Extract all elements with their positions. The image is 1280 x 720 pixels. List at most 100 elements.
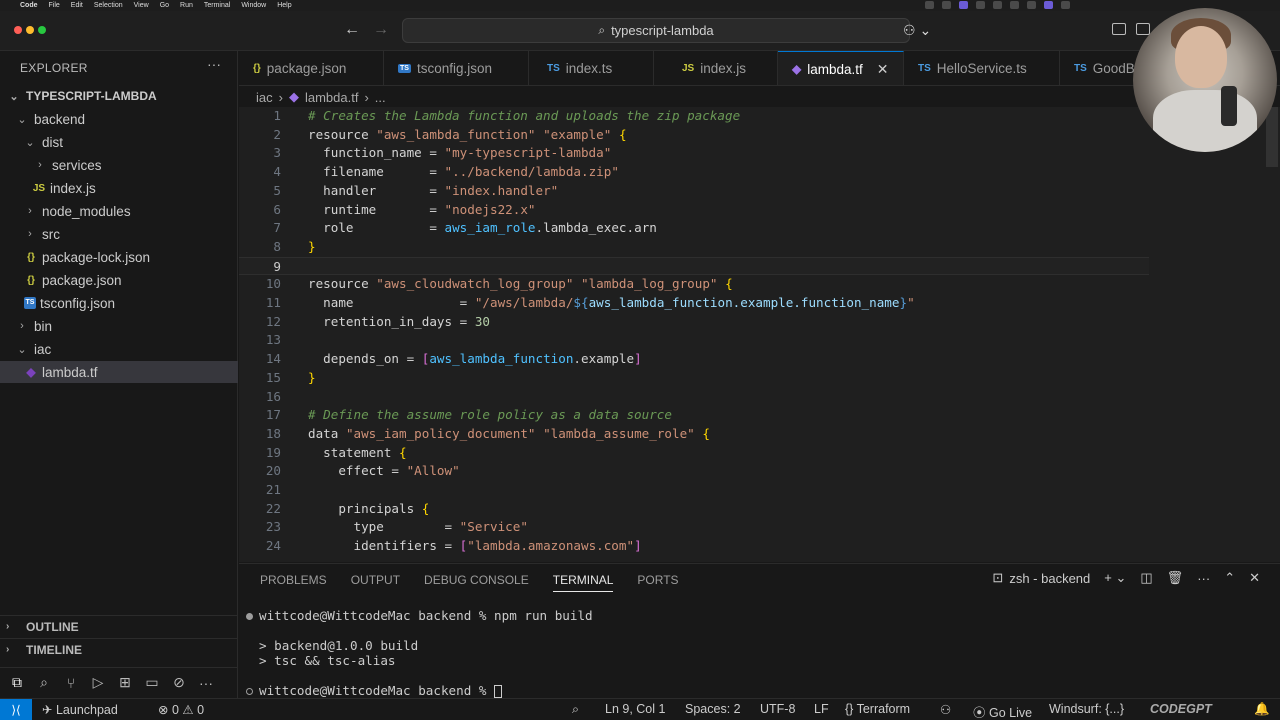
launchpad-item[interactable]: ✈ Launchpad [42, 702, 118, 717]
code-line[interactable]: 19 statement { [239, 444, 1149, 463]
code-line[interactable]: 18 data "aws_iam_policy_document" "lambda… [239, 425, 1149, 444]
tab-index-ts[interactable]: TS index.ts [529, 51, 654, 85]
menu-view[interactable]: View [134, 2, 149, 9]
more-actions-icon[interactable]: ··· [207, 56, 221, 72]
code-line[interactable]: 5 handler = "index.handler" [239, 182, 1149, 201]
source-control-icon[interactable]: ⑂ [64, 675, 78, 691]
code-line[interactable]: 14 depends_on = [aws_lambda_function.exa… [239, 350, 1149, 369]
tree-folder-node-modules[interactable]: › node_modules [0, 200, 238, 222]
toggle-sidebar-icon[interactable] [1112, 23, 1126, 35]
tray-icon[interactable] [942, 1, 951, 9]
code-line[interactable]: 24 identifiers = ["lambda.amazonaws.com"… [239, 537, 1149, 556]
end-of-line[interactable]: LF [814, 702, 829, 716]
timeline-section[interactable]: › TIMELINE [0, 638, 238, 660]
tree-folder-dist[interactable]: ⌄ dist [0, 131, 238, 153]
code-line[interactable]: 6 runtime = "nodejs22.x" [239, 201, 1149, 220]
search-icon[interactable]: ⌕ [37, 674, 51, 691]
trash-icon[interactable]: 🗑 [1167, 570, 1184, 586]
run-debug-icon[interactable]: ▷ [91, 674, 105, 691]
zoom-window-button[interactable] [38, 26, 46, 34]
tab-tsconfig-json[interactable]: TS tsconfig.json [384, 51, 529, 85]
close-window-button[interactable] [14, 26, 22, 34]
close-panel-icon[interactable]: ✕ [1249, 570, 1260, 586]
menu-run[interactable]: Run [180, 2, 193, 9]
code-line[interactable]: 12 retention_in_days = 30 [239, 313, 1149, 332]
notifications-icon[interactable]: 🔔 [1254, 702, 1270, 717]
code-line[interactable]: 20 effect = "Allow" [239, 462, 1149, 481]
breadcrumb-more[interactable]: ... [375, 90, 386, 105]
code-line[interactable]: 9 [239, 256, 1149, 276]
codegpt-item[interactable]: CODEGPT [1150, 702, 1212, 716]
tree-file-package-lock-json[interactable]: {} package-lock.json [0, 246, 238, 268]
code-line[interactable]: 2 resource "aws_lambda_function" "example… [239, 126, 1149, 145]
testing-icon[interactable]: ⊘ [172, 674, 186, 691]
menu-help[interactable]: Help [277, 2, 291, 9]
code-line[interactable]: 8} [239, 238, 1149, 257]
tab-lambda-tf[interactable]: ◆ lambda.tf ✕ [778, 51, 904, 85]
go-live-item[interactable]: ⦿ Go Live [973, 702, 1032, 720]
menu-edit[interactable]: Edit [71, 2, 83, 9]
code-line[interactable]: 21 [239, 481, 1149, 500]
maximize-panel-icon[interactable]: ⌃ [1224, 570, 1235, 586]
tray-icon[interactable] [1061, 1, 1070, 9]
tab-debug-console[interactable]: DEBUG CONSOLE [424, 573, 529, 592]
code-line[interactable]: 22 principals { [239, 500, 1149, 519]
tray-icon[interactable] [925, 1, 934, 9]
arrow-right-icon[interactable]: → [373, 21, 389, 39]
menu-code[interactable]: Code [20, 2, 38, 9]
menu-selection[interactable]: Selection [94, 2, 123, 9]
toggle-panel-icon[interactable] [1136, 23, 1150, 35]
more-icon[interactable]: ··· [199, 675, 213, 691]
code-editor[interactable]: 1 # Creates the Lambda function and uploa… [239, 107, 1280, 562]
tray-icon[interactable] [959, 1, 968, 9]
menu-file[interactable]: File [49, 2, 60, 9]
extensions-icon[interactable]: ⊞ [118, 674, 132, 691]
code-line[interactable]: 10 resource "aws_cloudwatch_log_group" "l… [239, 275, 1149, 294]
copilot-status-icon[interactable]: ⚇ [940, 702, 951, 717]
minimize-window-button[interactable] [26, 26, 34, 34]
tree-folder-services[interactable]: › services [0, 154, 238, 176]
breadcrumb-folder[interactable]: iac [256, 90, 273, 105]
more-actions-icon[interactable]: ··· [1197, 571, 1210, 586]
tab-problems[interactable]: PROBLEMS [260, 573, 327, 592]
menu-terminal[interactable]: Terminal [204, 2, 230, 9]
arrow-left-icon[interactable]: ← [344, 21, 360, 39]
remote-icon[interactable]: ⟩⟨ [0, 699, 32, 720]
add-terminal-icon[interactable]: + ⌄ [1104, 570, 1126, 586]
code-line[interactable]: 15} [239, 369, 1149, 388]
copilot-icon[interactable]: ⚇ ⌄ [903, 22, 931, 39]
code-line[interactable]: 4 filename = "../backend/lambda.zip" [239, 163, 1149, 182]
tab-index-js[interactable]: JS index.js [654, 51, 778, 85]
tree-file-tsconfig-json[interactable]: TS tsconfig.json [0, 292, 238, 314]
tab-ports[interactable]: PORTS [637, 573, 678, 592]
tree-file-lambda-tf[interactable]: ◆ lambda.tf [0, 361, 238, 383]
tab-output[interactable]: OUTPUT [351, 573, 400, 592]
indentation[interactable]: Spaces: 2 [685, 702, 741, 716]
menu-go[interactable]: Go [160, 2, 169, 9]
code-line[interactable]: 17 # Define the assume role policy as a d… [239, 406, 1149, 425]
code-line[interactable]: 11 name = "/aws/lambda/${aws_lambda_func… [239, 294, 1149, 313]
tray-icon[interactable] [1027, 1, 1036, 9]
tray-icon[interactable] [1010, 1, 1019, 9]
terminal-selector[interactable]: ⊡ zsh - backend [992, 570, 1090, 586]
code-line[interactable]: 23 type = "Service" [239, 518, 1149, 537]
code-line[interactable]: 1 # Creates the Lambda function and uploa… [239, 107, 1149, 126]
zoom-icon[interactable]: ⌕ [572, 702, 579, 717]
outline-section[interactable]: › OUTLINE [0, 615, 238, 637]
tree-folder-backend[interactable]: ⌄ backend [0, 108, 238, 130]
editor-scrollbar[interactable] [1266, 107, 1278, 167]
tray-icon[interactable] [976, 1, 985, 9]
files-icon[interactable]: ⧉ [10, 674, 24, 691]
code-line[interactable]: 3 function_name = "my-typescript-lambda" [239, 144, 1149, 163]
tray-icon[interactable] [993, 1, 1002, 9]
breadcrumb-file[interactable]: lambda.tf [305, 90, 358, 105]
problems-item[interactable]: ⊗ 0 ⚠ 0 [158, 702, 204, 717]
tree-root[interactable]: ⌄ TYPESCRIPT-LAMBDA [0, 85, 238, 107]
tree-file-package-json[interactable]: {} package.json [0, 269, 238, 291]
encoding[interactable]: UTF-8 [760, 702, 795, 716]
split-terminal-icon[interactable]: ◫ [1140, 570, 1152, 586]
tree-file-index-js[interactable]: JS index.js [0, 177, 238, 199]
code-line[interactable]: 7 role = aws_iam_role.lambda_exec.arn [239, 219, 1149, 238]
tab-helloservice-ts[interactable]: TS HelloService.ts [904, 51, 1060, 85]
tab-terminal[interactable]: TERMINAL [552, 573, 614, 592]
